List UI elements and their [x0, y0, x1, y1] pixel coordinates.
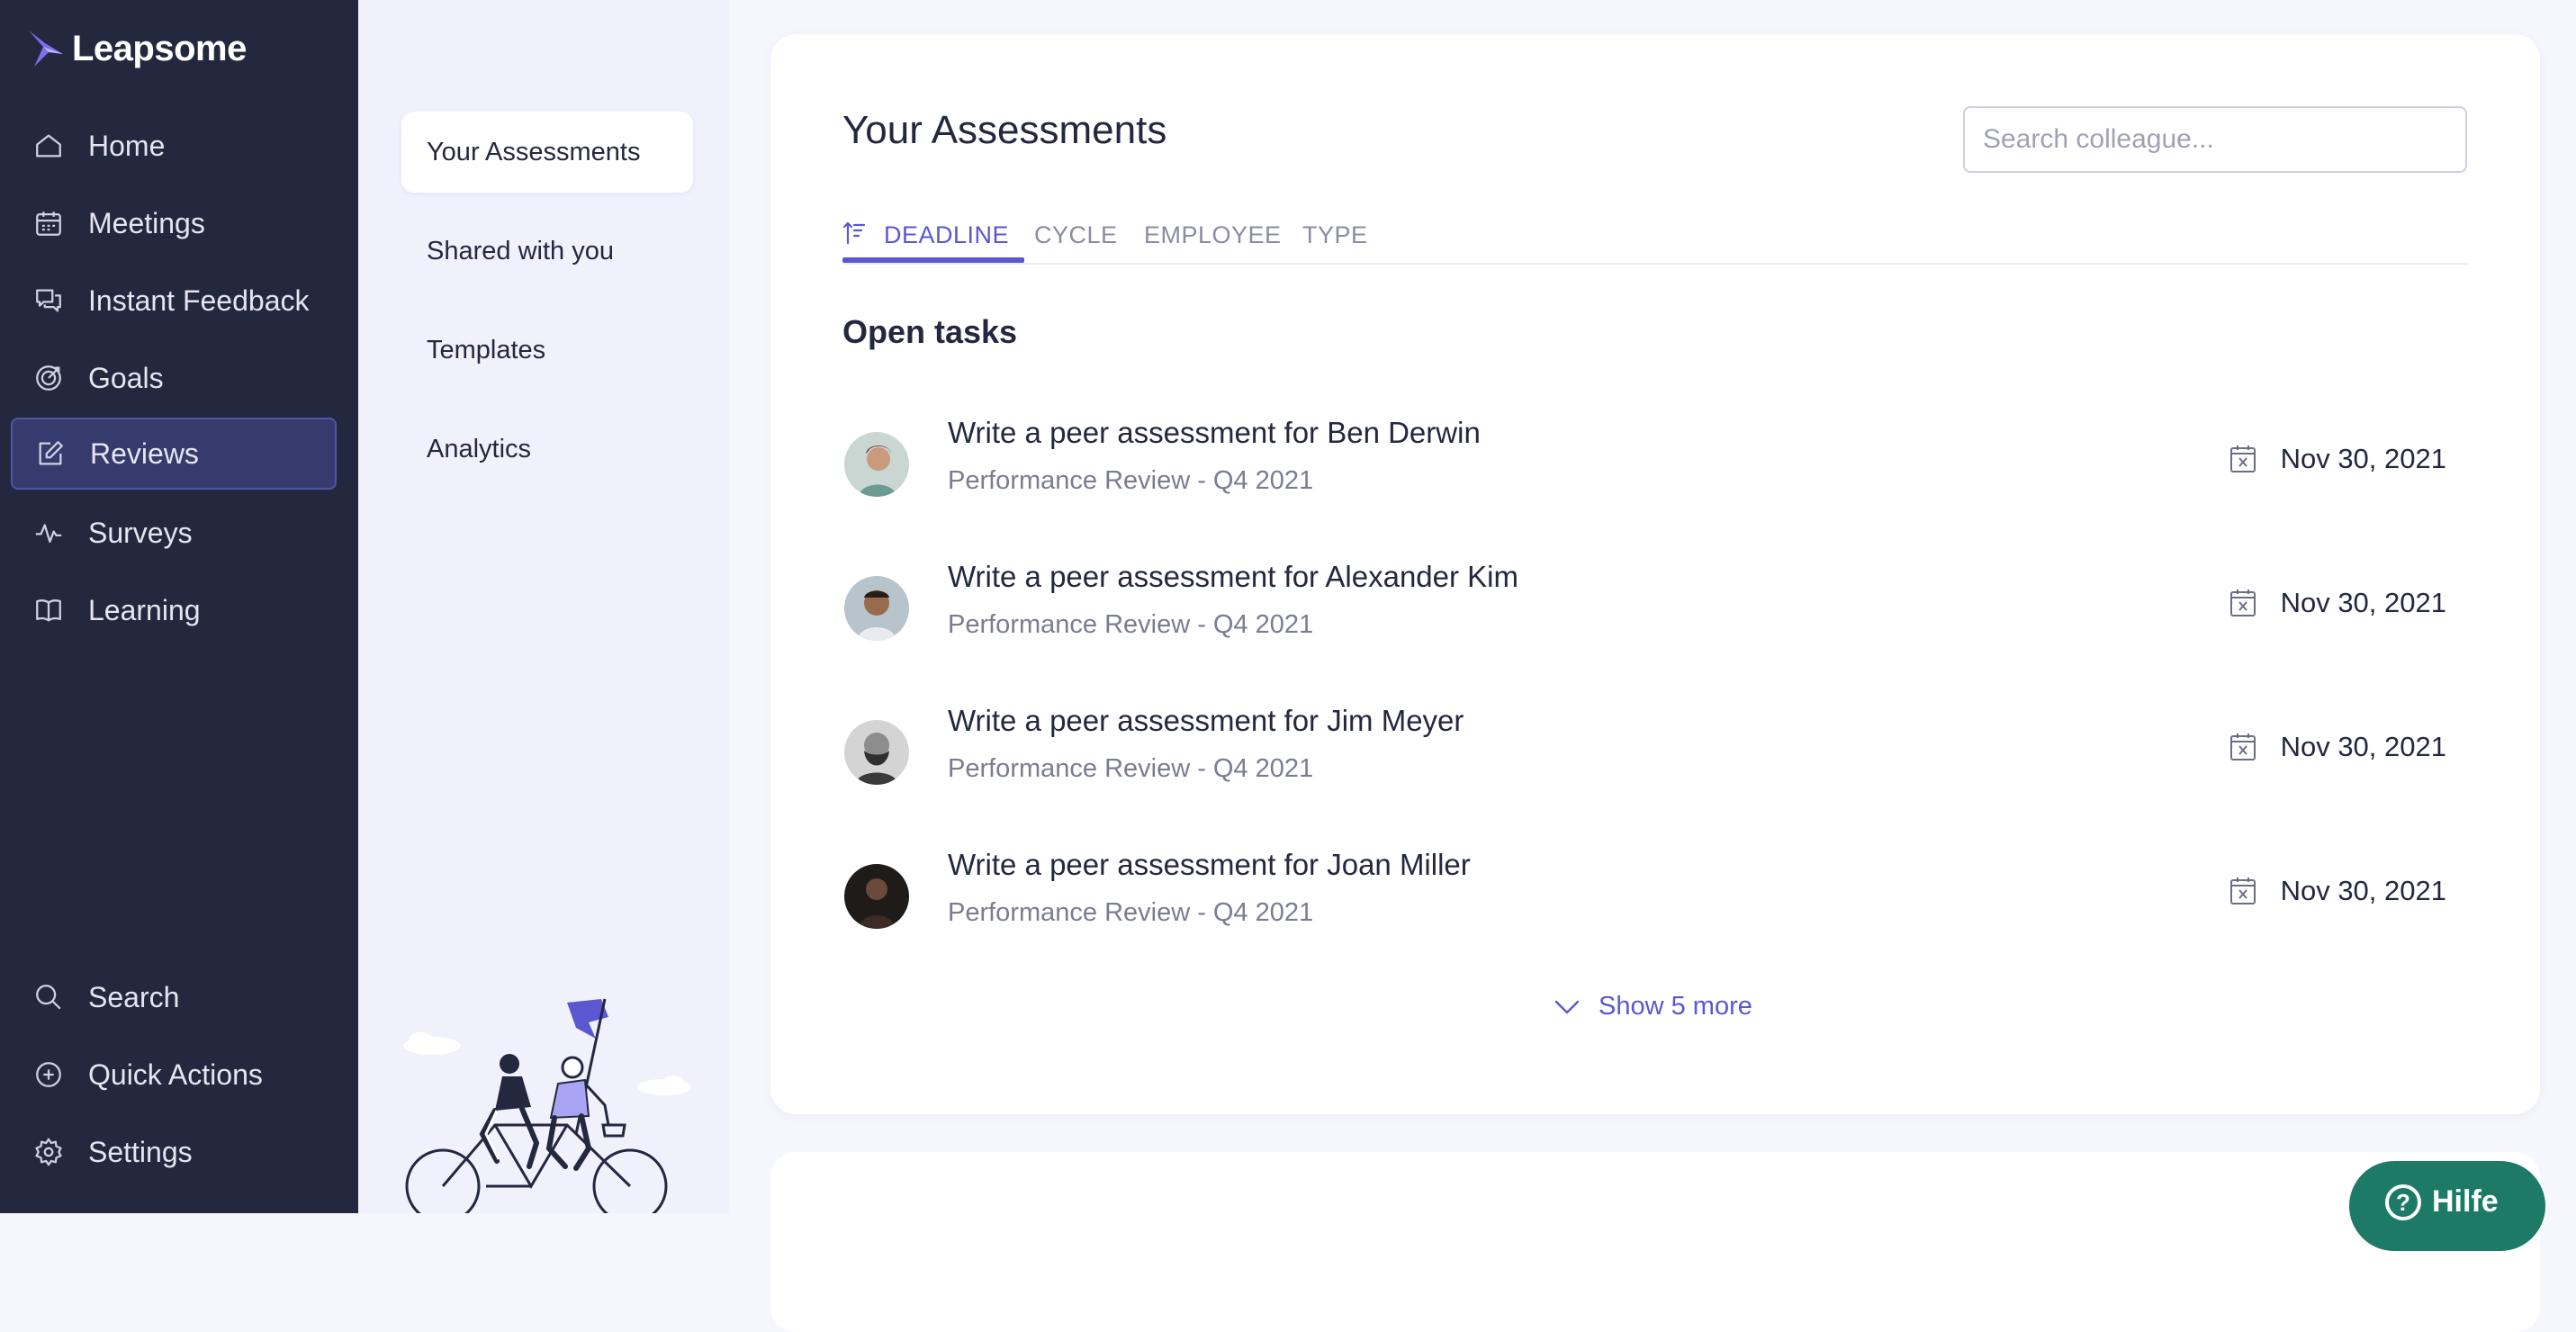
nav-item-learning[interactable]: Learning — [11, 574, 337, 646]
search-colleague-input[interactable] — [1963, 106, 2467, 173]
tab-label: DEADLINE — [884, 221, 1010, 248]
page-title: Your Assessments — [842, 108, 1167, 152]
calendar-deadline-icon — [2229, 734, 2256, 760]
nav-item-reviews[interactable]: Reviews — [11, 418, 337, 490]
nav-item-goals[interactable]: Goals — [11, 342, 337, 414]
main-sidebar: Leapsome Home Meetings Instant Feedback … — [0, 0, 358, 1213]
subnav-item-your-assessments[interactable]: Your Assessments — [401, 112, 693, 193]
leapsome-bird-icon — [29, 31, 63, 67]
tab-employee[interactable]: EMPLOYEE — [1144, 184, 1282, 261]
help-button[interactable]: ? Hilfe — [2349, 1161, 2545, 1251]
task-title: Write a peer assessment for Jim Meyer — [948, 704, 1464, 737]
nav-item-settings[interactable]: Settings — [11, 1116, 337, 1188]
tab-cycle[interactable]: CYCLE — [1034, 184, 1118, 261]
tab-type[interactable]: TYPE — [1302, 184, 1368, 261]
nav-item-label: Surveys — [88, 516, 193, 549]
target-icon — [32, 362, 65, 394]
nav-item-instant-feedback[interactable]: Instant Feedback — [11, 265, 337, 337]
due-date-text: Nov 30, 2021 — [2280, 875, 2446, 906]
task-row[interactable]: Write a peer assessment for Ben Derwin P… — [842, 416, 2468, 524]
nav-item-surveys[interactable]: Surveys — [11, 497, 337, 569]
plus-circle-icon — [32, 1058, 65, 1091]
search-icon — [32, 981, 65, 1013]
calendar-deadline-icon — [2229, 590, 2256, 616]
help-label: Hilfe — [2432, 1184, 2499, 1219]
avatar — [844, 432, 909, 497]
question-circle-icon: ? — [2385, 1184, 2421, 1220]
home-icon — [32, 130, 65, 162]
brand-name: Leapsome — [72, 28, 247, 68]
leapsome-logo[interactable]: Leapsome — [27, 27, 247, 70]
task-subtitle: Performance Review - Q4 2021 — [948, 466, 1314, 495]
due-date-text: Nov 30, 2021 — [2280, 587, 2446, 618]
due-date: Nov 30, 2021 — [2229, 731, 2446, 763]
show-more-button[interactable]: Show 5 more — [1554, 992, 1752, 1022]
edit-icon — [34, 437, 67, 470]
avatar — [844, 864, 909, 929]
reviews-subnav: Your Assessments Shared with you Templat… — [358, 0, 729, 1213]
due-date: Nov 30, 2021 — [2229, 587, 2446, 619]
due-date-text: Nov 30, 2021 — [2280, 731, 2446, 762]
section-title: Open tasks — [842, 313, 1018, 350]
sort-ascending-icon — [842, 221, 866, 245]
nav-item-label: Quick Actions — [88, 1058, 263, 1091]
due-date-text: Nov 30, 2021 — [2280, 443, 2446, 474]
chat-bubbles-icon — [32, 284, 65, 317]
nav-item-home[interactable]: Home — [11, 110, 337, 182]
calendar-deadline-icon — [2229, 878, 2256, 904]
due-date: Nov 30, 2021 — [2229, 443, 2446, 475]
gear-icon — [32, 1136, 65, 1168]
sort-tabs: DEADLINE CYCLE EMPLOYEE TYPE — [842, 184, 2468, 265]
task-row[interactable]: Write a peer assessment for Alexander Ki… — [842, 560, 2468, 668]
tandem-bike-illustration — [403, 998, 691, 1213]
pulse-icon — [32, 517, 65, 549]
chevron-down-icon — [1554, 1000, 1580, 1013]
nav-item-search[interactable]: Search — [11, 961, 337, 1033]
avatar — [844, 720, 909, 785]
task-title: Write a peer assessment for Alexander Ki… — [948, 560, 1518, 593]
nav-item-label: Goals — [88, 361, 164, 394]
active-tab-indicator — [842, 257, 1024, 263]
due-date: Nov 30, 2021 — [2229, 875, 2446, 907]
subnav-item-analytics[interactable]: Analytics — [401, 409, 693, 490]
nav-item-label: Settings — [88, 1135, 193, 1168]
nav-item-label: Home — [88, 129, 166, 162]
calendar-icon — [32, 207, 65, 239]
show-more-label: Show 5 more — [1599, 992, 1752, 1021]
nav-item-label: Instant Feedback — [88, 284, 310, 317]
nav-item-label: Meetings — [88, 206, 205, 239]
task-subtitle: Performance Review - Q4 2021 — [948, 754, 1314, 783]
nav-item-label: Reviews — [90, 436, 199, 470]
tab-deadline[interactable]: DEADLINE — [842, 184, 1009, 261]
secondary-card — [770, 1152, 2540, 1332]
task-subtitle: Performance Review - Q4 2021 — [948, 898, 1314, 927]
task-subtitle: Performance Review - Q4 2021 — [948, 610, 1314, 639]
calendar-deadline-icon — [2229, 446, 2256, 472]
book-icon — [32, 594, 65, 626]
task-row[interactable]: Write a peer assessment for Joan Miller … — [842, 848, 2468, 956]
task-title: Write a peer assessment for Joan Miller — [948, 848, 1471, 881]
nav-item-quick-actions[interactable]: Quick Actions — [11, 1039, 337, 1111]
task-row[interactable]: Write a peer assessment for Jim Meyer Pe… — [842, 704, 2468, 812]
nav-item-label: Learning — [88, 593, 201, 626]
task-title: Write a peer assessment for Ben Derwin — [948, 416, 1481, 449]
assessments-card: Your Assessments DEADLINE CYCLE EMPLOYEE… — [770, 34, 2540, 1114]
subnav-item-templates[interactable]: Templates — [401, 310, 693, 391]
avatar — [844, 576, 909, 641]
nav-item-label: Search — [88, 980, 180, 1013]
subnav-item-shared-with-you[interactable]: Shared with you — [401, 211, 693, 292]
nav-item-meetings[interactable]: Meetings — [11, 187, 337, 259]
